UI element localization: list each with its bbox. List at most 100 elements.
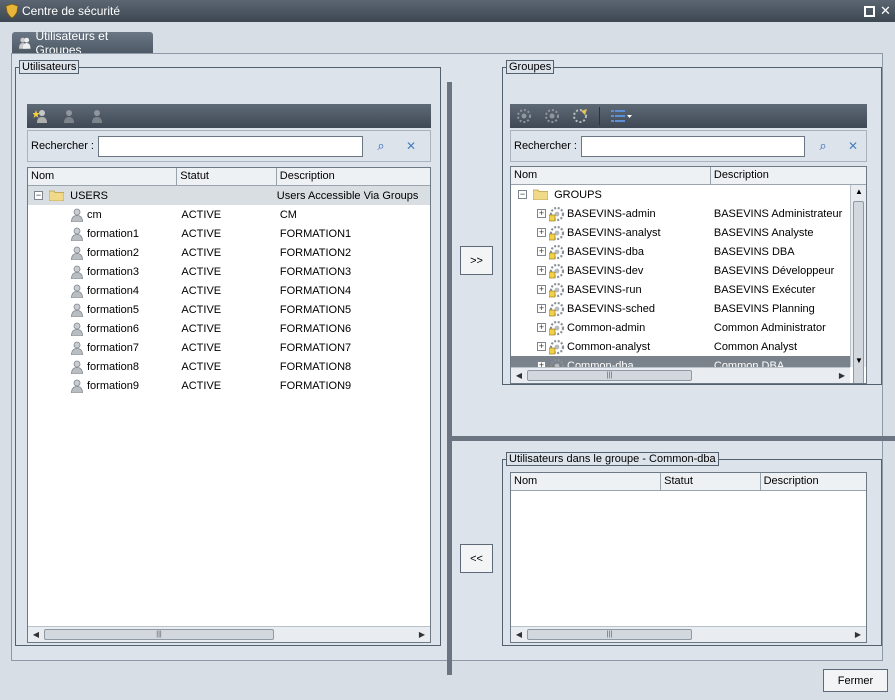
table-row[interactable]: formation1 ACTIVE FORMATION1 bbox=[28, 224, 430, 243]
col-nom[interactable]: Nom bbox=[28, 168, 178, 185]
tab-users-groups[interactable]: Utilisateurs et Groupes bbox=[12, 29, 153, 57]
group-icon bbox=[549, 206, 565, 221]
groups-vscrollbar[interactable]: ▲ ▼ bbox=[850, 185, 866, 383]
col-statut[interactable]: Statut bbox=[661, 473, 761, 490]
users-hscroll-thumb[interactable]: ||| bbox=[44, 629, 274, 640]
table-row[interactable]: formation4 ACTIVE FORMATION4 bbox=[28, 281, 430, 300]
user-icon bbox=[71, 265, 83, 279]
users-root-row[interactable]: − USERS Users Accessible Via Groups bbox=[28, 186, 430, 205]
scroll-right-icon[interactable]: ▶ bbox=[850, 630, 866, 639]
user-icon bbox=[71, 341, 83, 355]
group-icon bbox=[549, 263, 565, 278]
col-nom[interactable]: Nom bbox=[511, 167, 711, 184]
members-table: Nom Statut Description ◀ ||| ▶ bbox=[510, 472, 867, 643]
edit-group-icon[interactable] bbox=[543, 107, 561, 125]
groups-root-label: GROUPS bbox=[554, 188, 602, 201]
col-statut[interactable]: Statut bbox=[177, 168, 277, 185]
group-description: BASEVINS Exécuter bbox=[713, 283, 816, 296]
table-row[interactable]: formation6 ACTIVE FORMATION6 bbox=[28, 319, 430, 338]
edit-user-icon[interactable] bbox=[60, 107, 78, 125]
list-view-icon[interactable] bbox=[610, 107, 634, 125]
table-row[interactable]: + BASEVINS-admin BASEVINS Administrateur bbox=[511, 204, 850, 223]
clear-icon[interactable]: ✕ bbox=[843, 139, 863, 153]
users-table: Nom Statut Description − USERS Users Acc… bbox=[27, 167, 431, 643]
expand-icon[interactable]: + bbox=[537, 323, 546, 332]
users-hscrollbar[interactable]: ◀ ||| ▶ bbox=[28, 626, 430, 642]
group-description: Common Analyst bbox=[713, 340, 798, 353]
close-button[interactable]: Fermer bbox=[823, 669, 888, 692]
groups-hscrollbar[interactable]: ◀ ||| ▶ bbox=[511, 367, 850, 383]
add-user-icon[interactable] bbox=[32, 107, 50, 125]
users-root-label: USERS bbox=[70, 189, 109, 202]
table-row[interactable]: + BASEVINS-dev BASEVINS Développeur bbox=[511, 261, 850, 280]
toolbar-separator bbox=[599, 107, 600, 125]
expand-icon[interactable]: + bbox=[537, 304, 546, 313]
col-description[interactable]: Description bbox=[277, 168, 430, 185]
close-window-button[interactable]: ✕ bbox=[880, 4, 891, 17]
groups-toolbar bbox=[510, 104, 867, 128]
scroll-left-icon[interactable]: ◀ bbox=[511, 630, 527, 639]
user-description: FORMATION7 bbox=[279, 341, 352, 354]
members-hscrollbar[interactable]: ◀ ||| ▶ bbox=[511, 626, 866, 642]
user-name: formation6 bbox=[87, 322, 139, 335]
group-description: BASEVINS Planning bbox=[713, 302, 815, 315]
table-row[interactable]: + BASEVINS-sched BASEVINS Planning bbox=[511, 299, 850, 318]
search-icon[interactable]: ⌕ bbox=[371, 138, 391, 154]
collapse-icon[interactable]: − bbox=[518, 190, 527, 200]
scroll-up-icon[interactable]: ▲ bbox=[851, 187, 866, 196]
remove-from-group-button[interactable]: << bbox=[460, 544, 493, 573]
clear-icon[interactable]: ✕ bbox=[401, 139, 421, 153]
table-row[interactable]: formation9 ACTIVE FORMATION9 bbox=[28, 376, 430, 395]
expand-icon[interactable]: + bbox=[537, 266, 546, 275]
users-rows: cm ACTIVE CM formation1 ACTIVE FORMATION1 form… bbox=[28, 205, 430, 395]
scroll-left-icon[interactable]: ◀ bbox=[28, 630, 44, 639]
table-row[interactable]: formation2 ACTIVE FORMATION2 bbox=[28, 243, 430, 262]
expand-icon[interactable]: + bbox=[537, 209, 546, 218]
col-description[interactable]: Description bbox=[761, 473, 866, 490]
user-icon bbox=[71, 284, 83, 298]
delete-user-icon[interactable] bbox=[88, 107, 106, 125]
group-icon bbox=[549, 320, 565, 335]
groups-root-row[interactable]: − GROUPS bbox=[511, 185, 850, 204]
members-hscroll-thumb[interactable]: ||| bbox=[527, 629, 692, 640]
scroll-left-icon[interactable]: ◀ bbox=[511, 371, 527, 380]
expand-icon[interactable]: + bbox=[537, 285, 546, 294]
delete-group-icon[interactable] bbox=[571, 107, 589, 125]
collapse-icon[interactable]: − bbox=[34, 191, 43, 201]
col-nom[interactable]: Nom bbox=[511, 473, 662, 490]
table-row[interactable]: + Common-analyst Common Analyst bbox=[511, 337, 850, 356]
vertical-splitter[interactable] bbox=[447, 82, 452, 675]
scroll-right-icon[interactable]: ▶ bbox=[414, 630, 430, 639]
table-row[interactable]: formation7 ACTIVE FORMATION7 bbox=[28, 338, 430, 357]
users-icon bbox=[18, 37, 31, 49]
groups-hscroll-thumb[interactable]: ||| bbox=[527, 370, 692, 381]
user-status: ACTIVE bbox=[181, 322, 222, 335]
groups-search-input[interactable] bbox=[580, 135, 805, 157]
add-group-icon[interactable] bbox=[515, 107, 533, 125]
group-name: BASEVINS-dev bbox=[567, 264, 644, 277]
group-icon bbox=[549, 339, 565, 354]
table-row[interactable]: + Common-admin Common Administrator bbox=[511, 318, 850, 337]
scroll-down-icon[interactable]: ▼ bbox=[851, 356, 866, 365]
table-row[interactable]: + BASEVINS-dba BASEVINS DBA bbox=[511, 242, 850, 261]
scroll-right-icon[interactable]: ▶ bbox=[834, 371, 850, 380]
horizontal-splitter[interactable] bbox=[452, 436, 895, 441]
table-row[interactable]: + Common-dba Common DBA bbox=[511, 356, 850, 367]
col-description[interactable]: Description bbox=[711, 167, 866, 184]
user-icon bbox=[71, 303, 83, 317]
user-name: cm bbox=[87, 208, 102, 221]
search-icon[interactable]: ⌕ bbox=[813, 138, 833, 154]
table-row[interactable]: formation5 ACTIVE FORMATION5 bbox=[28, 300, 430, 319]
table-row[interactable]: + BASEVINS-run BASEVINS Exécuter bbox=[511, 280, 850, 299]
table-row[interactable]: formation3 ACTIVE FORMATION3 bbox=[28, 262, 430, 281]
expand-icon[interactable]: + bbox=[537, 228, 546, 237]
group-name: BASEVINS-run bbox=[567, 283, 642, 296]
expand-icon[interactable]: + bbox=[537, 247, 546, 256]
users-search-input[interactable] bbox=[97, 135, 363, 157]
table-row[interactable]: cm ACTIVE CM bbox=[28, 205, 430, 224]
table-row[interactable]: formation8 ACTIVE FORMATION8 bbox=[28, 357, 430, 376]
expand-icon[interactable]: + bbox=[537, 342, 546, 351]
table-row[interactable]: + BASEVINS-analyst BASEVINS Analyste bbox=[511, 223, 850, 242]
maximize-button[interactable] bbox=[864, 6, 875, 17]
add-to-group-button[interactable]: >> bbox=[460, 246, 493, 275]
